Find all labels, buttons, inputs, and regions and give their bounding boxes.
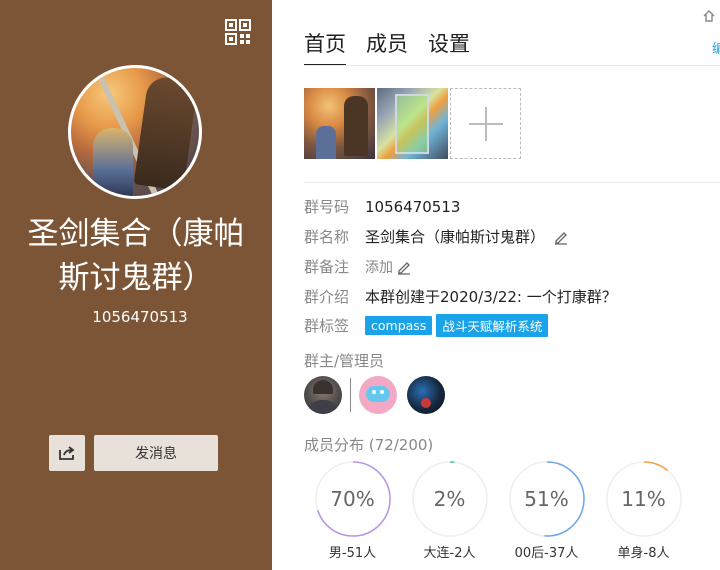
- stat-single[interactable]: 11% 单身-8人: [595, 460, 692, 561]
- edit-note-icon[interactable]: [396, 259, 412, 275]
- group-name-value: 圣剑集合（康帕斯讨鬼群）: [365, 228, 546, 246]
- member-stats: 70% 男-51人 2% 大连-2人 51% 00后-37人 11% 单身-8人: [304, 460, 692, 561]
- tab-settings[interactable]: 设置: [428, 28, 470, 66]
- share-button[interactable]: [49, 435, 85, 471]
- info-row-tags: 群标签 compass 战斗天赋解析系统: [304, 314, 552, 337]
- group-detail-panel: 编 首页 成员 设置 群号码 1056470513 群名称 圣剑集合（康帕斯讨鬼…: [272, 0, 720, 570]
- group-name-heading: 圣剑集合（康帕斯讨鬼群）: [27, 216, 245, 296]
- owner-avatar[interactable]: [304, 376, 342, 414]
- group-album: [304, 88, 521, 159]
- info-row-name: 群名称 圣剑集合（康帕斯讨鬼群）: [304, 226, 569, 247]
- member-distribution-title: 成员分布 (72/200): [304, 434, 433, 455]
- stat-percent: 11%: [621, 487, 666, 511]
- add-note-link[interactable]: 添加: [365, 257, 393, 277]
- edit-name-icon[interactable]: [553, 229, 569, 245]
- group-id-text: 1056470513: [92, 308, 188, 326]
- info-label: 群标签: [304, 317, 350, 335]
- stat-percent: 2%: [433, 487, 466, 511]
- group-intro: 本群创建于2020/3/22: 一个打康群？: [365, 288, 617, 306]
- edit-link[interactable]: 编: [712, 38, 720, 57]
- send-message-button[interactable]: 发消息: [94, 435, 218, 471]
- divider: [350, 378, 351, 412]
- info-row-id: 群号码 1056470513: [304, 196, 460, 217]
- info-row-intro: 群介绍 本群创建于2020/3/22: 一个打康群？: [304, 286, 617, 307]
- stat-label: 单身-8人: [617, 546, 670, 561]
- progress-ring: 51%: [508, 460, 586, 538]
- album-photo[interactable]: [377, 88, 448, 159]
- qr-code-icon[interactable]: [225, 19, 251, 45]
- tab-bar: 首页 成员 设置: [304, 28, 490, 66]
- group-avatar[interactable]: [68, 65, 202, 199]
- progress-ring: 11%: [605, 460, 683, 538]
- member-count: (72/200): [368, 436, 434, 454]
- info-label: 群介绍: [304, 288, 350, 306]
- stat-label: 00后-37人: [514, 546, 579, 561]
- stat-gender[interactable]: 70% 男-51人: [304, 460, 401, 561]
- group-profile-panel: 圣剑集合（康帕斯讨鬼群） 1056470513 发消息: [0, 0, 272, 570]
- home-icon[interactable]: [702, 8, 716, 22]
- album-photo[interactable]: [304, 88, 375, 159]
- stat-region[interactable]: 2% 大连-2人: [401, 460, 498, 561]
- divider: [304, 182, 720, 183]
- add-photo-button[interactable]: [450, 88, 521, 159]
- admin-avatar[interactable]: [407, 376, 445, 414]
- progress-ring: 2%: [411, 460, 489, 538]
- stat-percent: 70%: [330, 487, 375, 511]
- admin-avatar[interactable]: [359, 376, 397, 414]
- stat-label: 男-51人: [328, 546, 377, 561]
- member-distribution-label: 成员分布: [304, 436, 365, 454]
- info-row-note: 群备注 添加: [304, 256, 412, 277]
- share-icon: [59, 446, 75, 460]
- info-label: 群名称: [304, 228, 350, 246]
- admins-title: 群主/管理员: [304, 352, 385, 370]
- info-label: 群号码: [304, 198, 350, 216]
- plus-icon: [468, 106, 503, 141]
- stat-percent: 51%: [524, 487, 569, 511]
- info-label: 群备注: [304, 258, 350, 276]
- admin-list: [304, 376, 445, 414]
- tab-members[interactable]: 成员: [366, 28, 408, 66]
- group-tag[interactable]: compass: [365, 316, 433, 335]
- group-tag[interactable]: 战斗天赋解析系统: [436, 314, 549, 337]
- progress-ring: 70%: [314, 460, 392, 538]
- group-number: 1056470513: [365, 197, 461, 216]
- tab-home[interactable]: 首页: [304, 28, 346, 66]
- stat-label: 大连-2人: [423, 546, 476, 561]
- divider: [304, 65, 720, 66]
- stat-age[interactable]: 51% 00后-37人: [498, 460, 595, 561]
